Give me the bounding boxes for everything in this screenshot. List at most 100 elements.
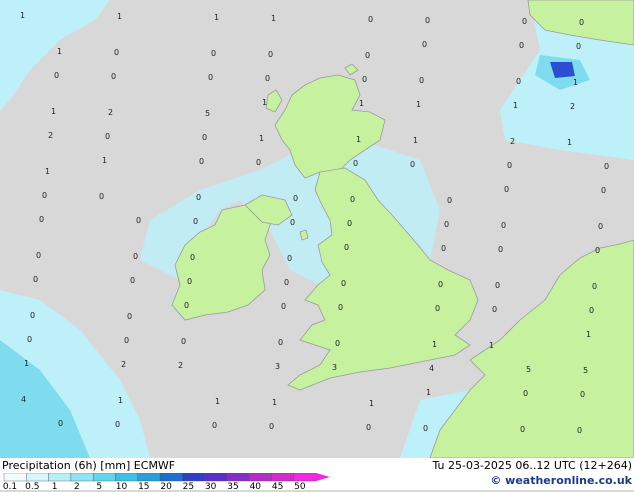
legend-swatch: [115, 473, 138, 482]
map-value: 1: [214, 13, 219, 22]
map-value: 0: [423, 424, 428, 433]
map-value: 0: [124, 336, 129, 345]
map-value: 1: [45, 167, 50, 176]
map-value: 0: [368, 15, 373, 24]
map-value: 0: [516, 77, 521, 86]
map-value: 0: [507, 161, 512, 170]
valid-time: Tu 25-03-2025 06..12 UTC (12+264): [432, 459, 632, 472]
map-value: 4: [21, 395, 26, 404]
map-value: 0: [589, 306, 594, 315]
legend-label: 45: [271, 482, 284, 492]
map-value: 0: [268, 50, 273, 59]
map-value: 1: [356, 135, 361, 144]
map-value: 0: [338, 303, 343, 312]
map-value: 0: [115, 420, 120, 429]
credit-link[interactable]: © weatheronline.co.uk: [490, 474, 632, 487]
map-value: 0: [344, 243, 349, 252]
map-value: 0: [444, 220, 449, 229]
map-value: 0: [492, 305, 497, 314]
map-value: 0: [504, 185, 509, 194]
map-value: 0: [54, 71, 59, 80]
map-value: 0: [265, 74, 270, 83]
map-value: 1: [489, 341, 494, 350]
legend-label: 0.5: [25, 482, 40, 492]
legend-swatch: [249, 473, 272, 482]
map-value: 1: [259, 134, 264, 143]
map-value: 1: [573, 78, 578, 87]
map-value: 0: [604, 162, 609, 171]
map-value: 0: [598, 222, 603, 231]
legend-label: 20: [160, 482, 172, 492]
legend-label: 2: [74, 482, 80, 492]
map-value: 0: [601, 186, 606, 195]
map-value: 1: [413, 136, 418, 145]
legend-label: 25: [182, 482, 195, 492]
map-value: 0: [495, 281, 500, 290]
legend-swatch: [70, 473, 94, 482]
map-value: 2: [108, 108, 113, 117]
map-value: 1: [271, 14, 276, 23]
legend-swatch: [3, 473, 27, 482]
map-value: 0: [335, 339, 340, 348]
map-value: 1: [215, 397, 220, 406]
legend-swatch: [182, 473, 205, 482]
map-value: 0: [576, 42, 581, 51]
map-value: 1: [513, 101, 518, 110]
map-value: 0: [33, 275, 38, 284]
map-value: 0: [42, 191, 47, 200]
precipitation-map: 1 1 1 1 0 0 0 0 1 0 0 0 0 0 0 0 0 0 0 0 0 0 0 1 1 2 5 1 1 1 1 2 2 0 0 1 1 1 2 1…: [0, 0, 634, 458]
map-value: 1: [51, 107, 56, 116]
map-value: 1: [118, 396, 123, 405]
legend-swatch: [92, 473, 116, 482]
map-value: 0: [284, 278, 289, 287]
map-value: 0: [577, 426, 582, 435]
legend-label: 5: [96, 482, 103, 492]
map-value: 2: [570, 102, 575, 111]
map-value: 1: [426, 388, 431, 397]
legend-swatch: [26, 473, 49, 482]
map-value: 0: [498, 245, 503, 254]
map-value: 0: [435, 304, 440, 313]
map-value: 0: [39, 215, 44, 224]
map-value: 0: [362, 75, 367, 84]
map-value: 0: [187, 277, 192, 286]
map-value: 3: [332, 363, 337, 372]
map-value: 0: [290, 218, 295, 227]
map-value: 1: [369, 399, 374, 408]
map-value: 0: [293, 194, 298, 203]
map-value: 1: [24, 359, 29, 368]
map-value: 0: [519, 41, 524, 50]
legend-swatch: [137, 473, 161, 482]
map-value: 0: [211, 49, 216, 58]
map-value: 0: [281, 302, 286, 311]
legend-label: 0.1: [2, 482, 18, 492]
map-value: 3: [275, 362, 280, 371]
map-value: 0: [579, 18, 584, 27]
legend-swatch: [48, 473, 72, 482]
map-value: 0: [256, 158, 261, 167]
map-value: 0: [419, 76, 424, 85]
map-value: 0: [36, 251, 41, 260]
map-value: 0: [190, 253, 195, 262]
map-value: 0: [438, 280, 443, 289]
legend-swatch: [271, 473, 295, 482]
map-value: 0: [133, 252, 138, 261]
map-value: 1: [272, 398, 277, 407]
map-value: 2: [121, 360, 126, 369]
map-value: 1: [117, 12, 122, 21]
map-value: 0: [199, 157, 204, 166]
map-value: 0: [501, 221, 506, 230]
map-value: 1: [57, 47, 62, 56]
map-value: 5: [205, 109, 210, 118]
map-value: 0: [193, 217, 198, 226]
map-title: Precipitation (6h) [mm] ECMWF: [2, 459, 176, 472]
map-value: 0: [520, 425, 525, 434]
map-value: 0: [580, 390, 585, 399]
map-value: 0: [522, 17, 527, 26]
map-value: 1: [586, 330, 591, 339]
map-value: 1: [359, 99, 364, 108]
map-value: 0: [425, 16, 430, 25]
legend-label: 10: [115, 482, 128, 492]
legend-label: 1: [51, 482, 58, 492]
map-value: 0: [410, 160, 415, 169]
